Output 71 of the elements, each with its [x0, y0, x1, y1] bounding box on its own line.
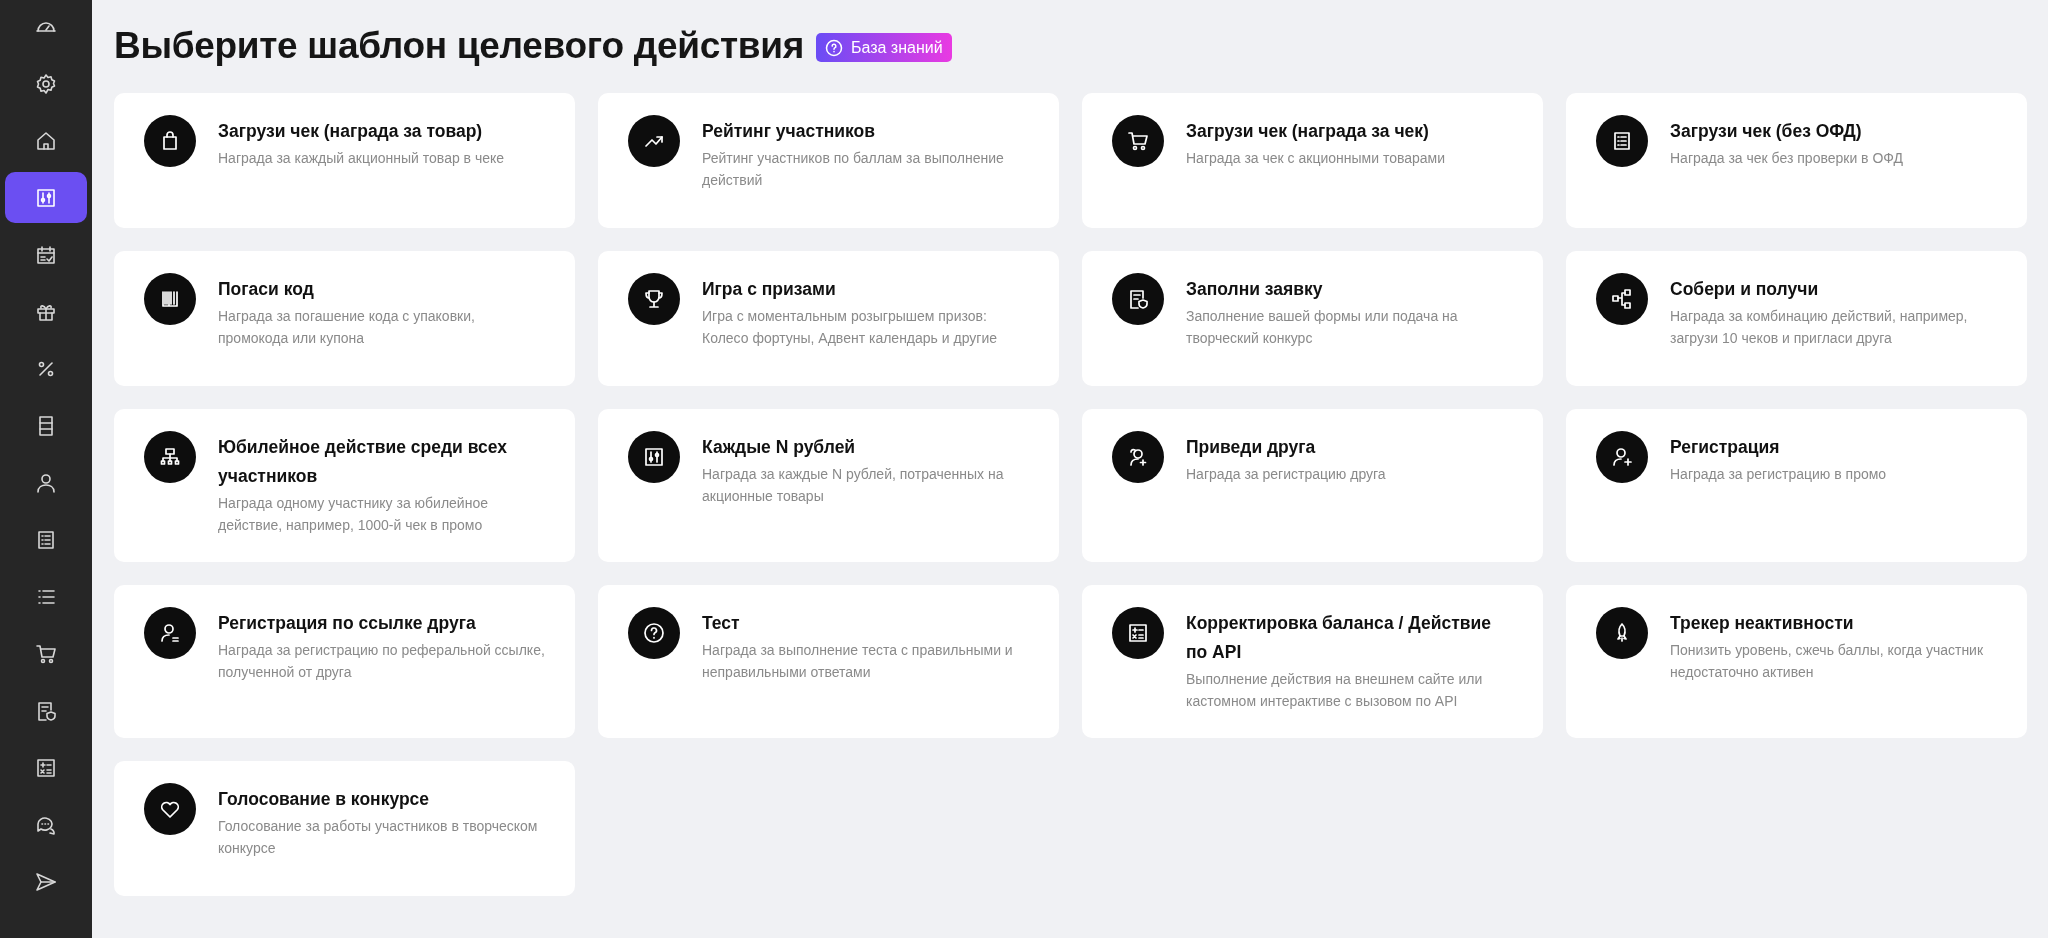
template-card[interactable]: Юбилейное действие среди всех участников Награда одному участнику за юбилейное действие, например, 1000-й чек в промо — [114, 409, 575, 562]
template-description: Награда за каждый акционный товар в чеке — [218, 149, 505, 168]
template-description: Награда за регистрацию по реферальной ссылке, полученной от друга — [218, 641, 546, 682]
template-title: Загрузи чек (награда за чек) — [1186, 120, 1430, 143]
template-description: Награда за чек без проверки в ОФД — [1670, 149, 1903, 168]
template-card[interactable]: Загрузи чек (награда за товар) Награда за каждый акционный товар в чеке — [114, 93, 575, 228]
template-description: Заполнение вашей формы или подача на творческий конкурс — [1186, 307, 1459, 348]
hierarchy-icon — [144, 431, 196, 483]
template-title: Загрузи чек (без ОФД) — [1670, 120, 1863, 143]
user-plus-icon — [1596, 431, 1648, 483]
template-title: Каждые N рублей — [702, 436, 857, 459]
template-description: Награда за выполнение теста с правильными и неправильными ответами — [702, 641, 1014, 682]
knowledge-base-button[interactable]: База знаний — [815, 33, 952, 62]
template-title: Загрузи чек (награда за товар) — [218, 120, 484, 143]
template-title: Игра с призами — [702, 278, 837, 301]
template-title: Заполни заявку — [1186, 278, 1324, 301]
help-icon — [824, 38, 843, 57]
rocket-icon — [1596, 607, 1648, 659]
template-description: Награда одному участнику за юбилейное действие, например, 1000-й чек в промо — [218, 494, 489, 535]
template-title: Рейтинг участников — [702, 120, 876, 143]
calculator-icon — [1112, 607, 1164, 659]
template-card[interactable]: Корректировка баланса / Действие по API Выполнение действия на внешнем сайте или кастомном интерактиве с вызовом по API — [1082, 585, 1543, 738]
template-card[interactable]: Тест Награда за выполнение теста с правильными и неправильными ответами — [598, 585, 1059, 738]
settings-icon — [34, 71, 58, 96]
template-title: Регистрация по ссылке друга — [218, 612, 477, 635]
template-card[interactable]: Погаси код Награда за погашение кода с упаковки, промокода или купона — [114, 251, 575, 386]
template-description: Выполнение действия на внешнем сайте или кастомном интерактиве с вызовом по API — [1186, 670, 1484, 711]
template-card[interactable]: Собери и получи Награда за комбинацию действий, например, загрузи 10 чеков и пригласи друга — [1566, 251, 2027, 386]
cart-icon — [1112, 115, 1164, 167]
template-title: Тест — [702, 612, 741, 635]
template-card[interactable]: Голосование в конкурсе Голосование за работы участников в творческом конкурсе — [114, 761, 575, 896]
template-card[interactable]: Загрузи чек (без ОФД) Награда за чек без проверки в ОФД — [1566, 93, 2027, 228]
template-title: Приведи друга — [1186, 436, 1317, 459]
template-description: Награда за комбинацию действий, например, загрузи 10 чеков и пригласи друга — [1670, 307, 1969, 348]
template-title: Голосование в конкурсе — [218, 788, 431, 811]
template-card[interactable]: Регистрация Награда за регистрацию в промо — [1566, 409, 2027, 562]
trophy-icon — [628, 273, 680, 325]
barcode-icon — [144, 273, 196, 325]
template-title: Погаси код — [218, 278, 315, 301]
template-card[interactable]: Рейтинг участников Рейтинг участников по баллам за выполнение действий — [598, 93, 1059, 228]
list-box-icon — [1596, 115, 1648, 167]
template-description: Игра с моментальным розыгрышем призов: Колесо фортуны, Адвент календарь и другие — [702, 307, 998, 348]
question-icon — [628, 607, 680, 659]
template-title: Трекер неактивности — [1670, 612, 1855, 635]
sidebar-item[interactable] — [5, 172, 87, 223]
template-description: Награда за чек с акционными товарами — [1186, 149, 1446, 168]
page-title: Выберите шаблон целевого действия — [114, 25, 804, 67]
template-card[interactable]: Регистрация по ссылке друга Награда за регистрацию по реферальной ссылке, полученной от друга — [114, 585, 575, 738]
template-card[interactable]: Игра с призами Игра с моментальным розыгрышем призов: Колесо фортуны, Адвент календарь и другие — [598, 251, 1059, 386]
template-card[interactable]: Каждые N рублей Награда за каждые N рублей, потраченных на акционные товары — [598, 409, 1059, 562]
template-title: Регистрация — [1670, 436, 1781, 459]
user-plus-icon — [1112, 431, 1164, 483]
template-card[interactable]: Трекер неактивности Понизить уровень, сжечь баллы, когда участник недостаточно активен — [1566, 585, 2027, 738]
template-description: Голосование за работы участников в творческом конкурсе — [218, 817, 539, 858]
template-card[interactable]: Заполни заявку Заполнение вашей формы или подача на творческий конкурс — [1082, 251, 1543, 386]
template-description: Награда за погашение кода с упаковки, промокода или купона — [218, 307, 476, 348]
template-description: Рейтинг участников по баллам за выполнение действий — [702, 149, 1005, 190]
template-title: Собери и получи — [1670, 278, 1820, 301]
template-title: Корректировка баланса / Действие по API — [1186, 612, 1492, 664]
template-description: Награда за регистрацию друга — [1186, 465, 1386, 484]
template-title: Юбилейное действие среди всех участников — [218, 436, 509, 488]
document-shield-icon — [1112, 273, 1164, 325]
shopping-bag-icon — [144, 115, 196, 167]
connected-squares-icon — [1596, 273, 1648, 325]
template-description: Понизить уровень, сжечь баллы, когда участник недостаточно активен — [1670, 641, 1985, 682]
sliders-icon — [628, 431, 680, 483]
template-description: Награда за каждые N рублей, потраченных на акционные товары — [702, 465, 1005, 506]
user-edit-icon — [144, 607, 196, 659]
template-card[interactable]: Загрузи чек (награда за чек) Награда за чек с акционными товарами — [1082, 93, 1543, 228]
template-description: Награда за регистрацию в промо — [1670, 465, 1887, 484]
template-card[interactable]: Приведи друга Награда за регистрацию друга — [1082, 409, 1543, 562]
